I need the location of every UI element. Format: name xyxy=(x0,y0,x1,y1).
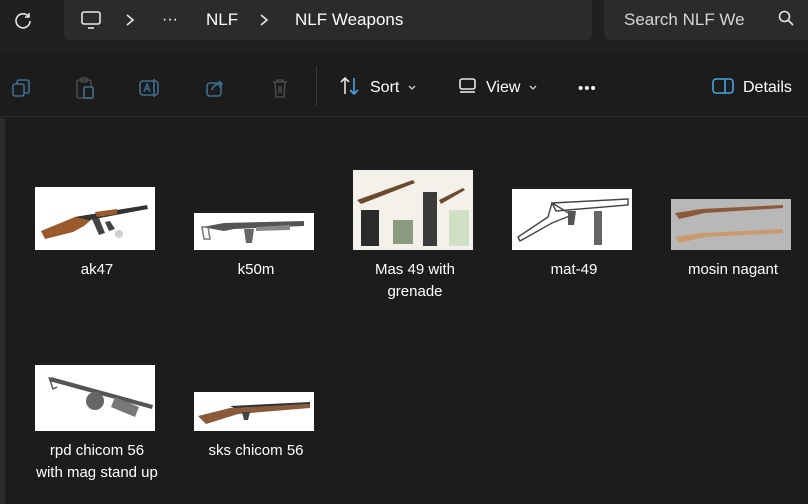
file-thumbnail xyxy=(353,170,473,250)
details-label: Details xyxy=(743,79,792,96)
paste-icon[interactable] xyxy=(72,75,98,101)
file-name: rpd chicom 56 with mag stand up xyxy=(36,442,158,481)
file-name: Mas 49 with grenade xyxy=(374,261,456,300)
file-thumbnail xyxy=(35,365,155,431)
breadcrumb-chevron-icon xyxy=(258,0,270,40)
breadcrumb-chevron-icon xyxy=(124,0,136,40)
refresh-icon[interactable] xyxy=(10,8,36,34)
search-placeholder: Search NLF We xyxy=(624,10,745,29)
sort-button[interactable]: Sort xyxy=(338,75,417,101)
search-box[interactable]: Search NLF We xyxy=(604,0,808,40)
delete-icon[interactable] xyxy=(267,75,293,101)
file-thumbnail xyxy=(35,187,155,250)
view-icon xyxy=(458,77,478,100)
sort-icon xyxy=(338,75,362,102)
breadcrumb-nlf[interactable]: NLF xyxy=(206,0,238,40)
copy-icon[interactable] xyxy=(8,75,34,101)
chevron-down-icon xyxy=(407,79,417,97)
share-icon[interactable] xyxy=(202,75,228,101)
file-thumbnail xyxy=(194,392,314,431)
file-name: k50m xyxy=(237,261,275,278)
rename-icon[interactable] xyxy=(137,75,163,101)
details-pane-icon xyxy=(711,76,735,101)
toolbar-divider xyxy=(316,66,317,106)
chevron-down-icon xyxy=(528,79,538,97)
this-pc-icon[interactable] xyxy=(80,0,102,40)
details-button[interactable]: Details xyxy=(711,75,792,101)
address-bar[interactable]: ··· NLF NLF Weapons xyxy=(64,0,592,40)
view-button[interactable]: View xyxy=(458,75,538,101)
command-bar: Sort View ••• Details xyxy=(0,60,808,117)
search-icon[interactable] xyxy=(777,9,795,32)
sort-label: Sort xyxy=(370,79,400,96)
file-thumbnail xyxy=(512,189,632,250)
title-bar: ··· NLF NLF Weapons Search NLF We xyxy=(0,0,808,52)
file-name: mat-49 xyxy=(550,261,598,278)
see-more-button[interactable]: ••• xyxy=(578,75,597,101)
navigation-pane-edge xyxy=(0,118,5,504)
file-thumbnail xyxy=(671,199,791,250)
file-name: mosin nagant xyxy=(687,261,779,278)
view-label: View xyxy=(486,79,521,96)
breadcrumb-nlf-weapons[interactable]: NLF Weapons xyxy=(295,0,403,40)
file-thumbnail xyxy=(194,213,314,250)
file-name: ak47 xyxy=(80,261,114,278)
breadcrumb-overflow[interactable]: ··· xyxy=(162,0,178,40)
file-name: sks chicom 56 xyxy=(208,442,304,459)
